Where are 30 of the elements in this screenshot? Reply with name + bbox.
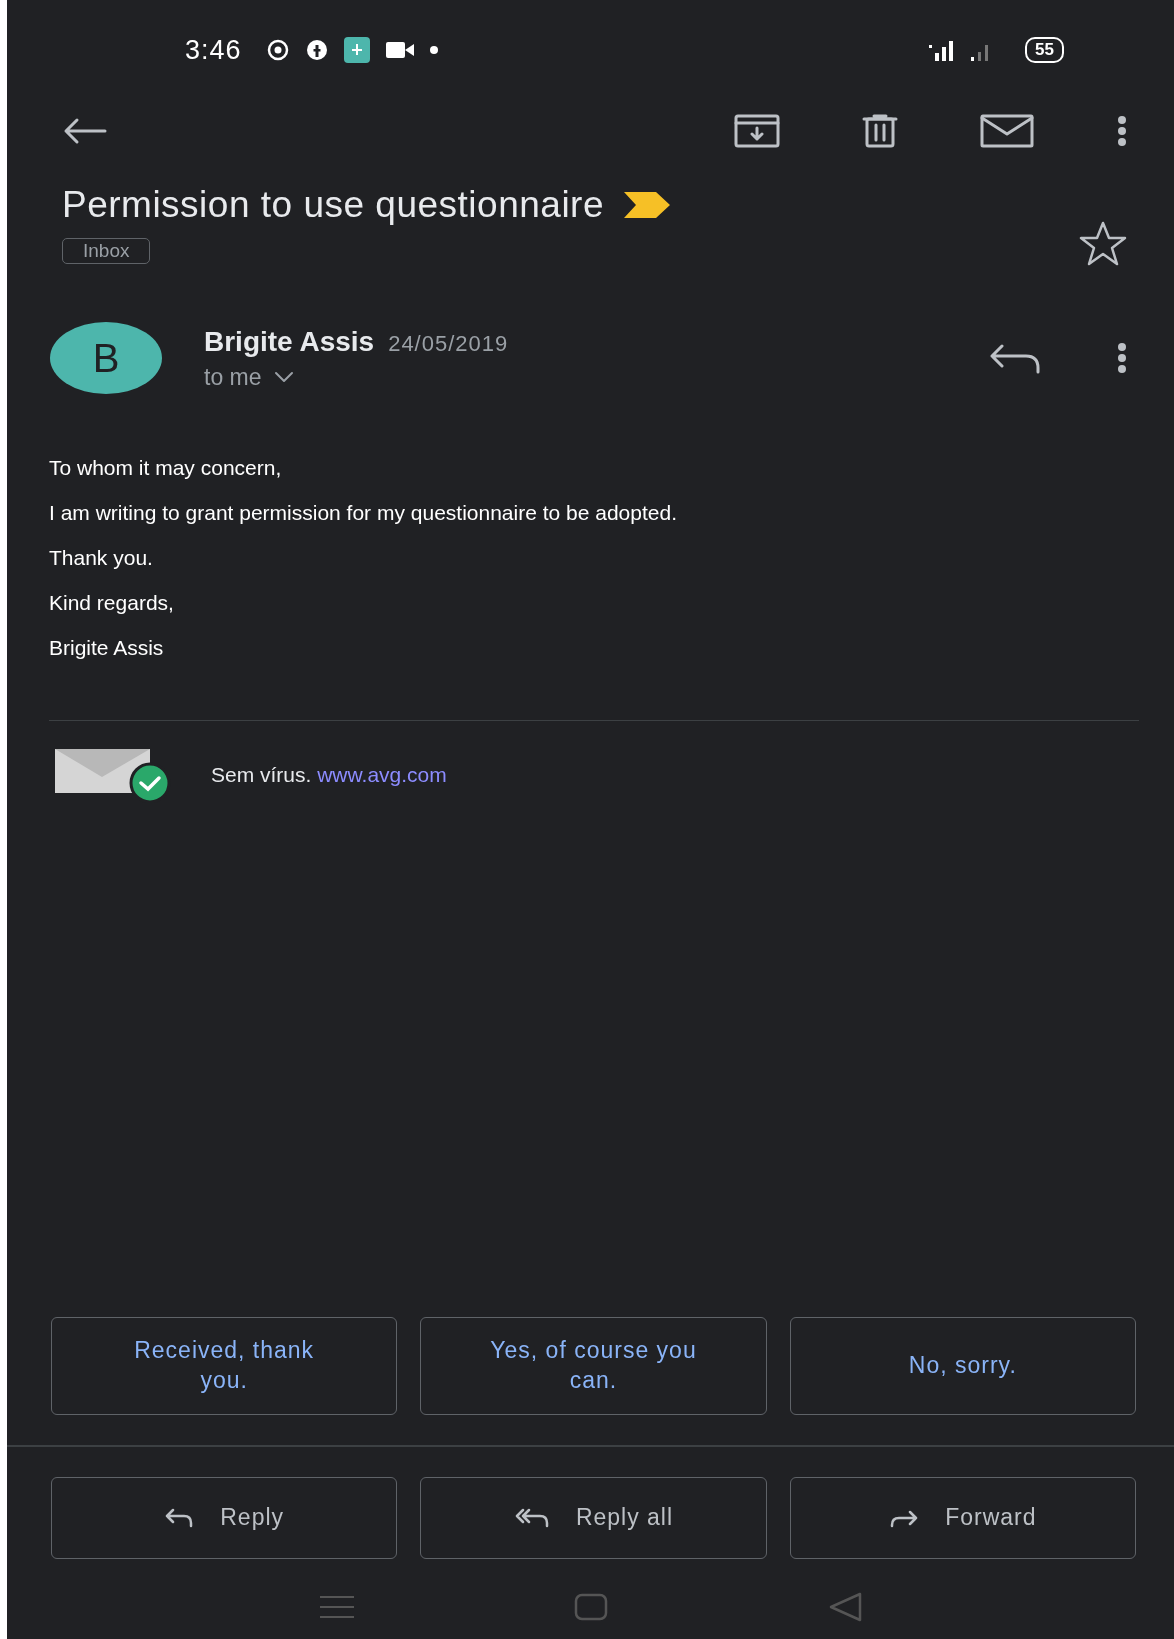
chevron-down-icon [273,371,294,383]
more-icon [1116,342,1128,374]
body-text: Thank you. [49,546,154,570]
body-text: Kind regards, [49,591,175,615]
video-icon [385,42,414,58]
inbox-label: Inbox [62,238,151,264]
sender-name: Brigite Assis [204,325,375,358]
status-time: 3:46 [185,34,242,66]
body-text: I am writing to grant permission for my questionnaire to be adopted. [49,501,678,525]
avg-link[interactable]: www.avg.com [317,763,447,786]
reply-all-button[interactable]: Reply all [420,1477,767,1559]
more-icon [1116,115,1128,147]
reply-icon [164,1508,195,1528]
smart-reply-button[interactable]: Received, thank you. [51,1317,398,1415]
email-date: 24/05/2019 [388,330,509,357]
reply-button[interactable]: Reply [51,1477,398,1559]
signature-text: Sem vírus. www.avg.com [211,763,447,787]
body-text: To whom it may concern, [49,456,283,480]
smart-reply-button[interactable]: Yes, of course you can. [420,1317,767,1415]
smart-reply-button[interactable]: No, sorry. [789,1317,1136,1415]
forward-button[interactable]: Forward [789,1477,1136,1559]
forward-icon [889,1508,920,1528]
recipient-dropdown[interactable]: to me [204,363,982,391]
reply-all-icon [513,1508,550,1528]
sender-avatar: B [50,322,162,394]
battery-level: 55 [1025,37,1064,63]
email-subject: Permission to use questionnaire [62,184,604,226]
body-text: Brigite Assis [49,636,165,660]
app-icon [343,37,370,63]
dot-icon [429,46,438,54]
